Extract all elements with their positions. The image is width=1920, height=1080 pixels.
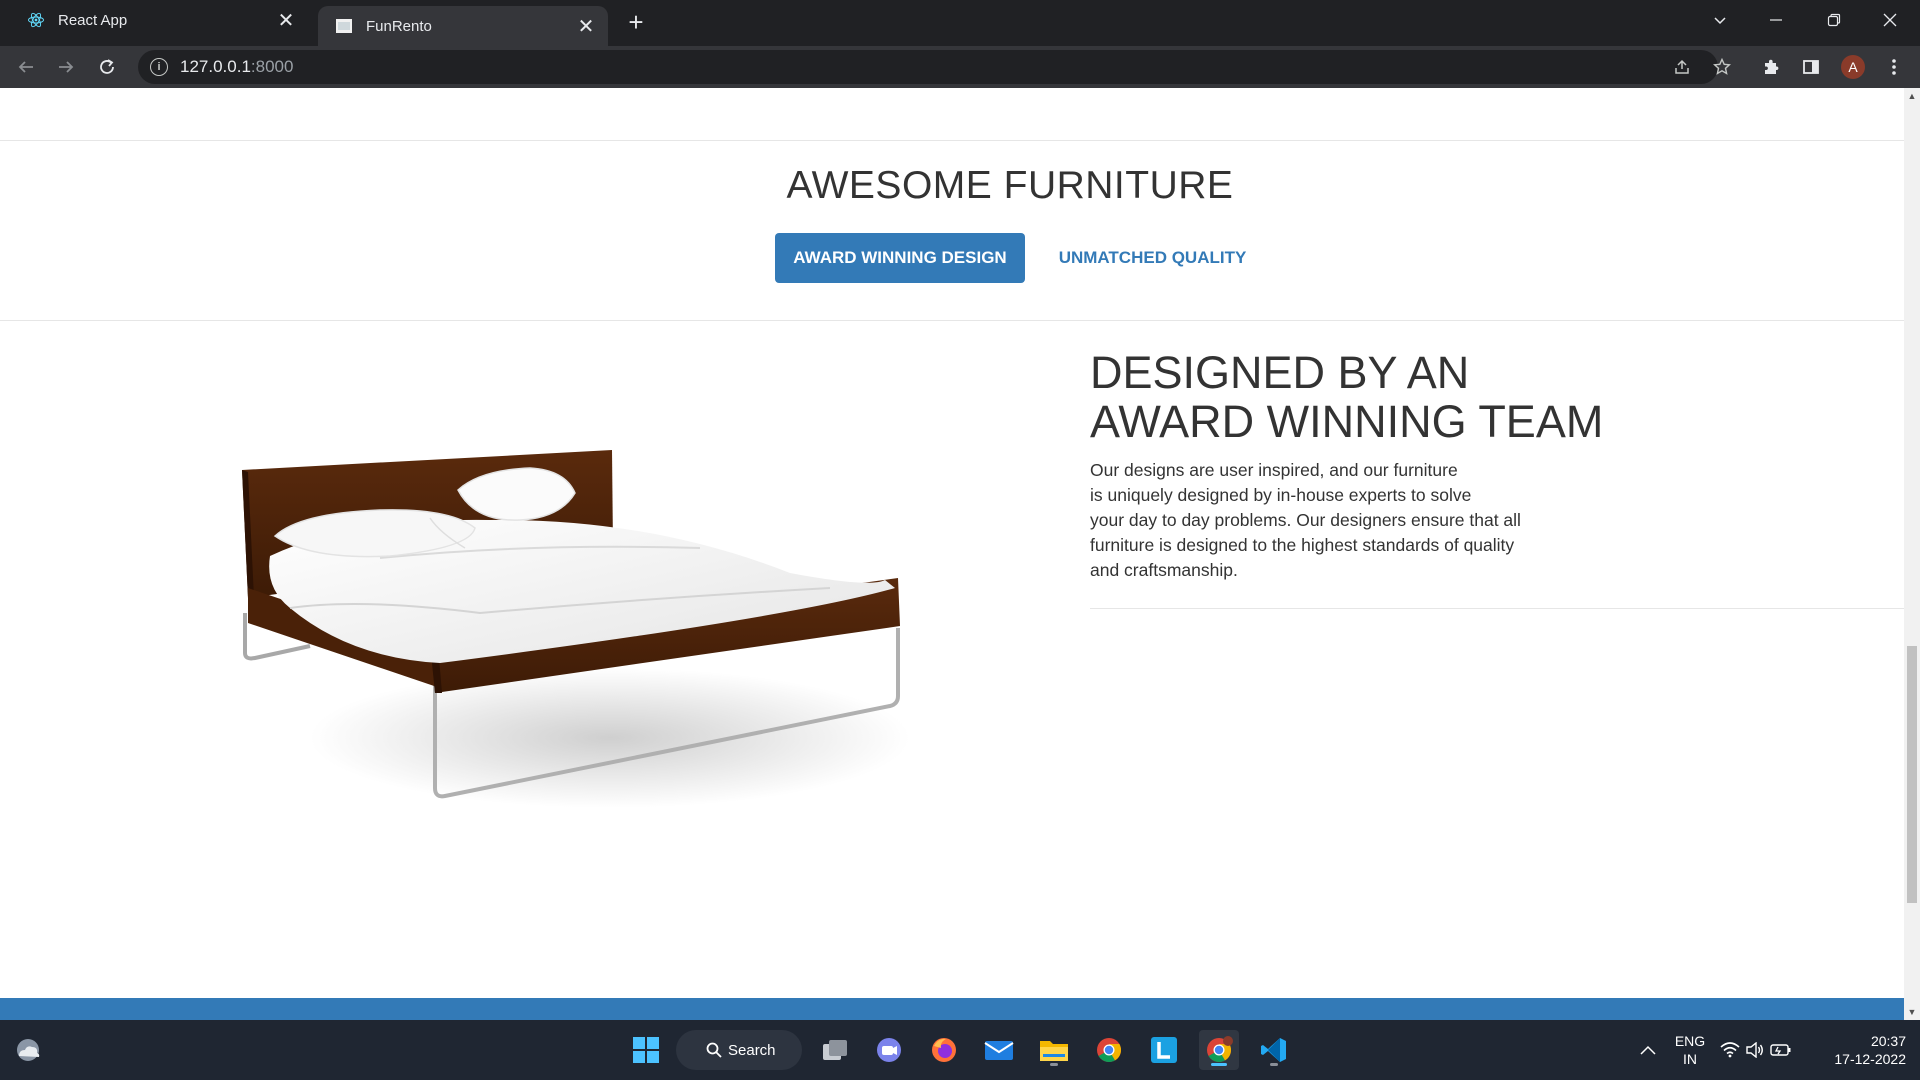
- chrome-profile-icon[interactable]: [1199, 1030, 1239, 1070]
- browser-tabstrip: React App ✕ FunRento ✕ +: [0, 0, 1920, 46]
- feature-heading-line: AWARD WINNING TEAM: [1090, 396, 1604, 447]
- tab-react-app[interactable]: React App ✕: [10, 0, 308, 40]
- tab-title: React App: [58, 11, 128, 29]
- address-bar[interactable]: i 127.0.0.1 :8000: [138, 50, 1718, 84]
- description-line: Our designs are user inspired, and our f…: [1090, 460, 1458, 480]
- vscode-icon[interactable]: [1254, 1030, 1294, 1070]
- menu-kebab-icon[interactable]: [1878, 51, 1910, 83]
- clock-time: 20:37: [1870, 1033, 1906, 1049]
- running-indicator: [1270, 1063, 1278, 1066]
- taskbar-search[interactable]: Search: [676, 1030, 802, 1070]
- feature-description: Our designs are user inspired, and our f…: [1090, 458, 1540, 583]
- url-host: 127.0.0.1: [180, 57, 251, 76]
- vertical-scrollbar[interactable]: ▲ ▼: [1904, 88, 1920, 1020]
- side-panel-icon[interactable]: [1795, 51, 1827, 83]
- chevron-up-icon[interactable]: [1628, 1030, 1668, 1070]
- close-tab-icon[interactable]: ✕: [574, 14, 598, 38]
- lang-line: ENG: [1674, 1033, 1706, 1049]
- quick-settings[interactable]: [1716, 1030, 1796, 1070]
- description-line: furniture is designed to the highest sta…: [1090, 535, 1515, 555]
- new-tab-icon[interactable]: +: [622, 7, 650, 37]
- clock-date: 17-12-2022: [1834, 1051, 1906, 1067]
- browser-toolbar: i 127.0.0.1 :8000 A: [0, 46, 1920, 88]
- site-info-icon[interactable]: i: [150, 58, 168, 76]
- tab-unmatched-quality[interactable]: UNMATCHED QUALITY: [1040, 233, 1265, 283]
- react-icon: [26, 10, 46, 30]
- page-viewport: AWESOME FURNITURE AWARD WINNING DESIGN U…: [0, 88, 1904, 1020]
- start-icon[interactable]: [626, 1030, 666, 1070]
- tab-title: FunRento: [366, 17, 432, 35]
- profile-avatar[interactable]: A: [1841, 55, 1865, 79]
- volume-icon: [1746, 1042, 1764, 1058]
- forward-icon[interactable]: [50, 51, 82, 83]
- description-line: is uniquely designed by in-house experts…: [1090, 485, 1472, 505]
- bookmark-star-icon[interactable]: [1706, 51, 1738, 83]
- tab-award-winning-design[interactable]: AWARD WINNING DESIGN: [775, 233, 1025, 283]
- wifi-icon: [1720, 1042, 1740, 1058]
- taskbar: Search ENG IN 20:37 17-12-2022: [0, 1020, 1920, 1080]
- scroll-thumb[interactable]: [1907, 646, 1917, 903]
- weather-icon[interactable]: [8, 1030, 48, 1070]
- lang-line: IN: [1683, 1051, 1697, 1067]
- search-icon: [706, 1042, 722, 1058]
- footer-bar: [0, 998, 1904, 1020]
- close-window-icon[interactable]: [1862, 0, 1918, 40]
- search-label: Search: [728, 1041, 776, 1059]
- scroll-up-arrow-icon[interactable]: ▲: [1904, 88, 1920, 104]
- tab-search-icon[interactable]: [1692, 0, 1748, 40]
- bed-image: [242, 450, 910, 808]
- battery-icon: [1770, 1043, 1792, 1057]
- feature-heading: DESIGNED BY AN AWARD WINNING TEAM: [1090, 348, 1603, 446]
- feature-heading-line: DESIGNED BY AN: [1090, 347, 1470, 398]
- section-title: AWESOME FURNITURE: [786, 164, 1234, 207]
- divider: [0, 140, 1904, 141]
- page-favicon: [334, 16, 354, 36]
- running-indicator: [1050, 1063, 1058, 1066]
- file-explorer-icon[interactable]: [1034, 1030, 1074, 1070]
- reload-icon[interactable]: [91, 51, 123, 83]
- back-icon[interactable]: [10, 51, 42, 83]
- minimize-icon[interactable]: [1748, 0, 1804, 40]
- clock[interactable]: 20:37 17-12-2022: [1820, 1032, 1906, 1068]
- description-line: and craftsmanship.: [1090, 560, 1238, 580]
- url-port: :8000: [250, 57, 294, 76]
- chrome-icon[interactable]: [1089, 1030, 1129, 1070]
- language-indicator[interactable]: ENG IN: [1668, 1032, 1712, 1068]
- divider: [0, 320, 1904, 321]
- task-view-icon[interactable]: [815, 1030, 855, 1070]
- tab-funrento[interactable]: FunRento ✕: [318, 6, 608, 46]
- extensions-icon[interactable]: [1755, 51, 1787, 83]
- active-indicator: [1211, 1063, 1227, 1066]
- l-app-icon[interactable]: [1144, 1030, 1184, 1070]
- chat-icon[interactable]: [869, 1030, 909, 1070]
- mail-icon[interactable]: [979, 1030, 1019, 1070]
- divider: [1090, 608, 1904, 609]
- restore-icon[interactable]: [1806, 0, 1862, 40]
- close-tab-icon[interactable]: ✕: [274, 8, 298, 32]
- description-line: your day to day problems. Our designers …: [1090, 510, 1521, 530]
- scroll-down-arrow-icon[interactable]: ▼: [1904, 1004, 1920, 1020]
- share-icon[interactable]: [1666, 51, 1698, 83]
- firefox-icon[interactable]: [924, 1030, 964, 1070]
